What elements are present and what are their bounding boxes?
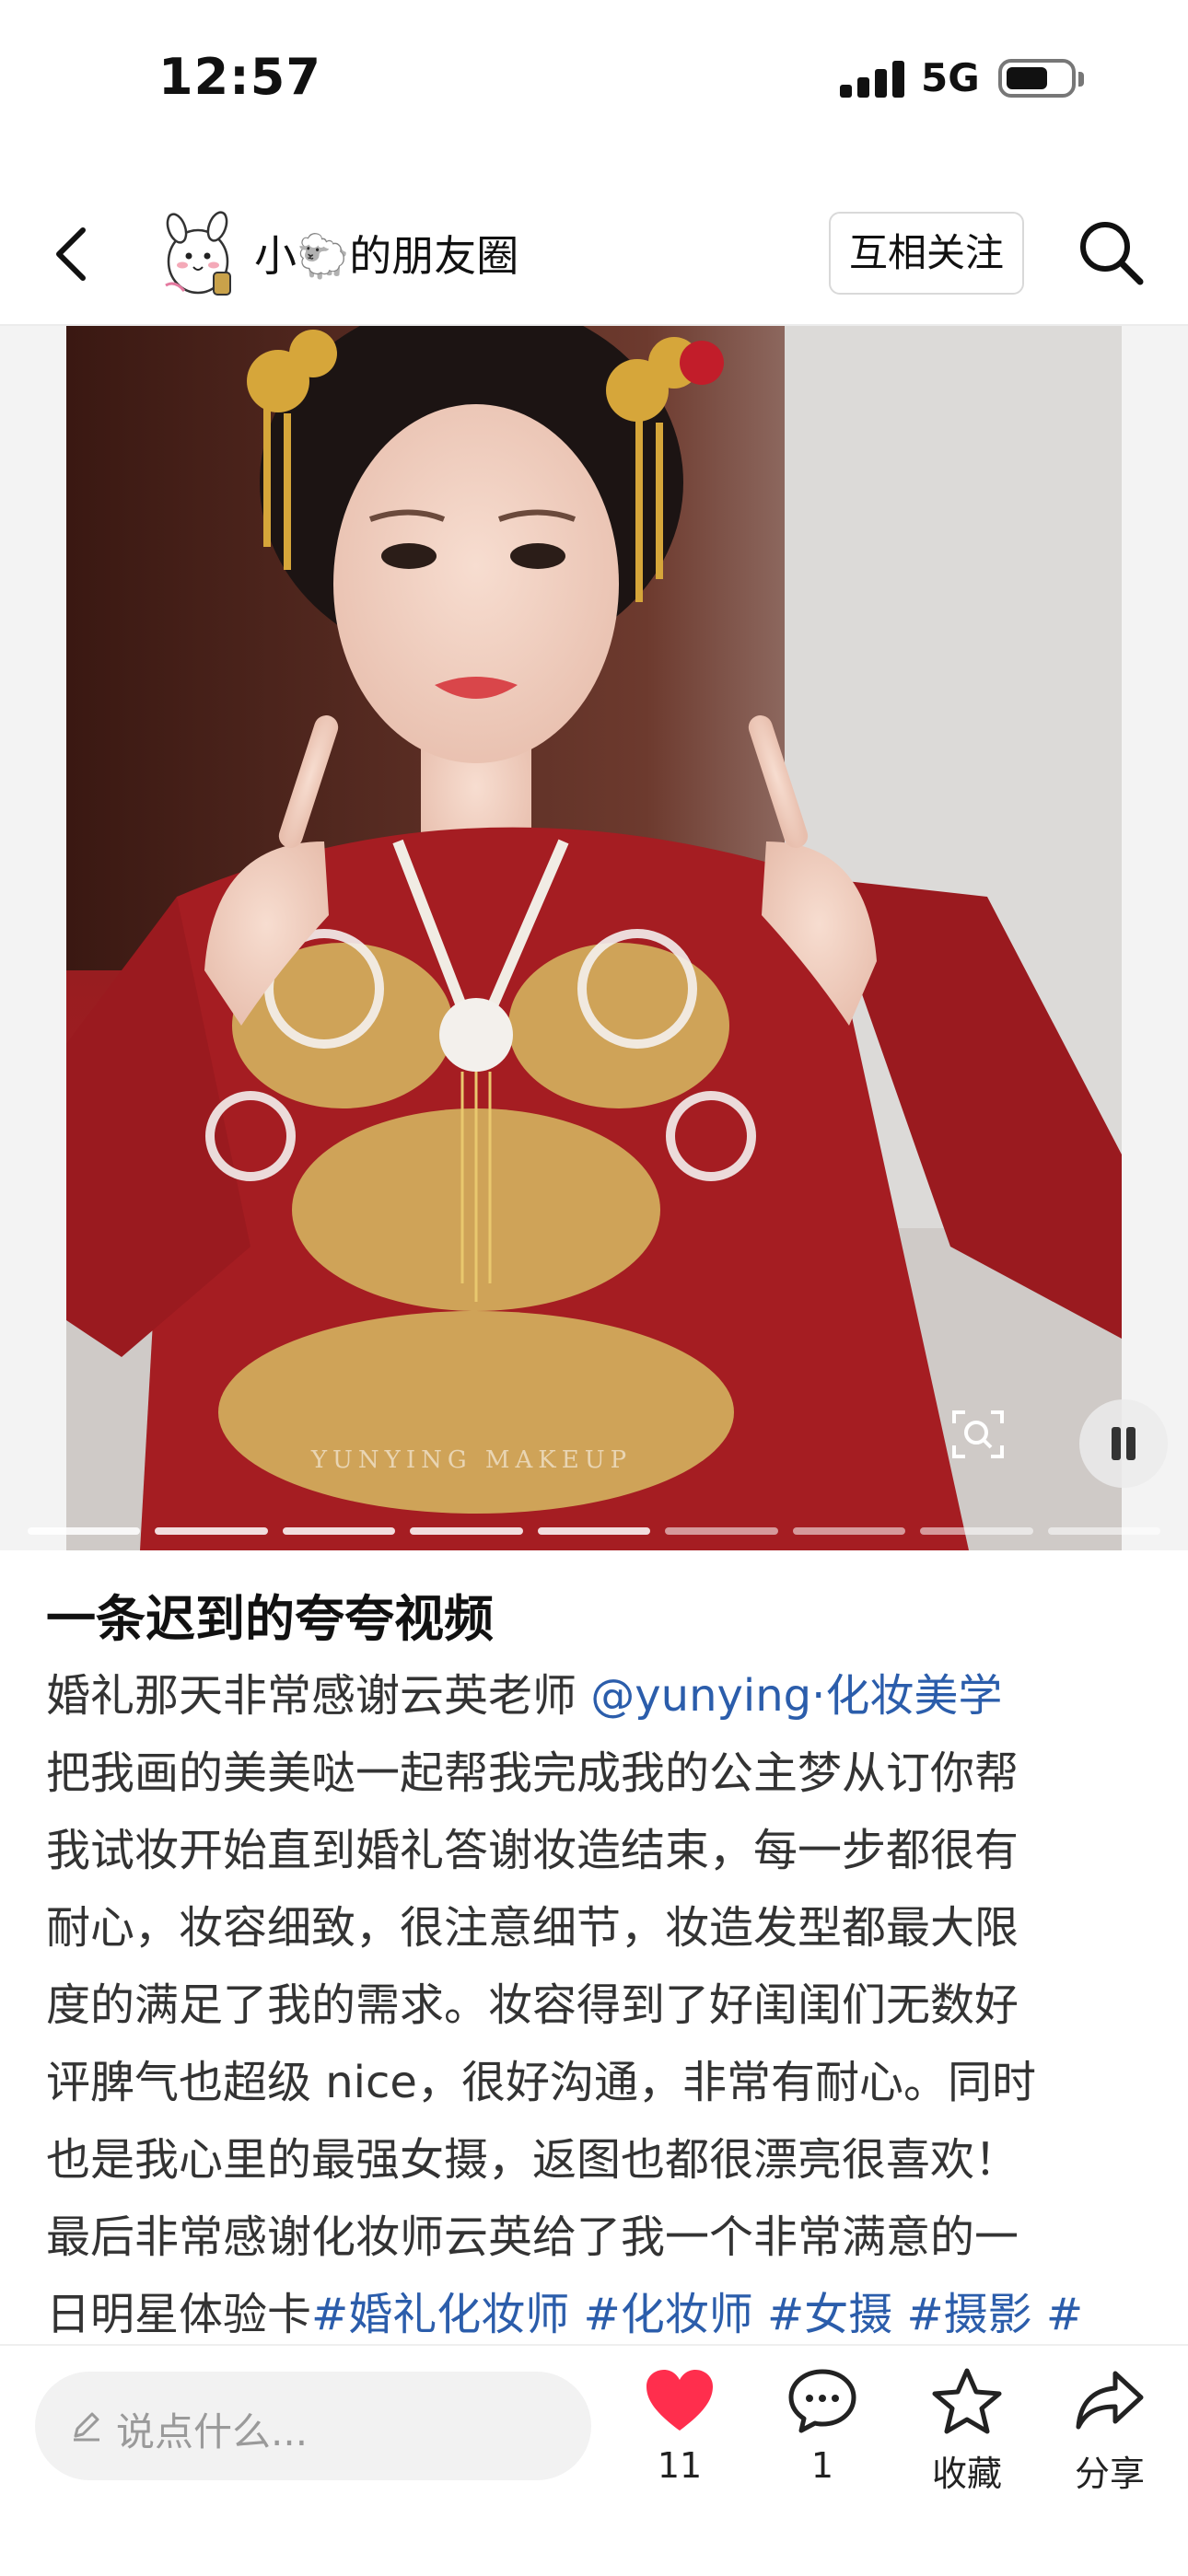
bride-photo: YUNYING MAKEUP <box>66 326 1122 1550</box>
share-button[interactable]: 分享 <box>1050 2366 1170 2496</box>
collect-label: 收藏 <box>931 2454 1002 2494</box>
avatar[interactable] <box>157 208 239 300</box>
post-line: 把我画的美美哒一起帮我完成我的公主梦从订你帮 <box>46 1747 1019 1799</box>
comment-placeholder: 说点什么... <box>116 2409 309 2454</box>
share-label: 分享 <box>1074 2454 1145 2494</box>
share-icon <box>1076 2371 1144 2430</box>
pause-button[interactable] <box>1079 1399 1168 1488</box>
post-title: 一条迟到的夸夸视频 <box>46 1590 494 1648</box>
status-time: 12:57 <box>158 48 321 106</box>
back-icon <box>56 227 86 281</box>
post-line: 度的满足了我的需求。妆容得到了好闺闺们无数好 <box>46 1979 1019 2031</box>
story-progress <box>28 1527 1160 1535</box>
post-line: 日明星体验卡#婚礼化妆师 #化妆师 #女摄 #摄影 # <box>46 2276 1151 2353</box>
svg-text:YUNYING MAKEUP: YUNYING MAKEUP <box>310 1446 632 1474</box>
like-button[interactable]: 11 <box>620 2366 740 2486</box>
progress-segment <box>1047 1527 1160 1535</box>
post-line: 我试妆开始直到婚礼答谢妆造结束，每一步都很有 <box>46 1825 1019 1876</box>
page-title: 小🐑的朋友圈 <box>254 231 519 281</box>
search-button[interactable] <box>1072 214 1151 293</box>
like-count: 11 <box>657 2445 703 2486</box>
post-line: 最后非常感谢化妆师云英给了我一个非常满意的一 <box>46 2211 1019 2263</box>
nav-bar: 小🐑的朋友圈 互相关注 <box>0 184 1188 326</box>
pen-icon <box>74 2412 99 2442</box>
progress-segment <box>792 1527 906 1535</box>
progress-segment <box>537 1527 651 1535</box>
search-icon <box>1080 222 1144 285</box>
post-line: 婚礼那天非常感谢云英老师 @yunying·化妆美学 <box>46 1657 1151 1735</box>
video-frame: YUNYING MAKEUP <box>66 326 1122 1550</box>
battery-icon <box>998 59 1076 98</box>
post-text: 婚礼那天非常感谢云英老师 <box>46 1670 591 1722</box>
progress-segment <box>28 1527 141 1535</box>
video-player[interactable]: YUNYING MAKEUP <box>0 326 1188 1550</box>
scan-icon <box>952 1410 1004 1458</box>
signal-icon <box>840 59 906 98</box>
progress-segment <box>410 1527 523 1535</box>
comment-input[interactable]: 说点什么... <box>35 2372 591 2480</box>
mention-link[interactable]: @yunying·化妆美学 <box>590 1670 1002 1722</box>
battery-cap <box>1078 72 1084 87</box>
post-text: 日明星体验卡 <box>46 2289 312 2340</box>
comment-count: 1 <box>810 2445 834 2486</box>
network-label: 5G <box>921 55 980 100</box>
progress-segment <box>282 1527 396 1535</box>
post-line: 也是我心里的最强女摄，返图也都很漂亮很喜欢！ <box>46 2134 1019 2186</box>
hashtag-links[interactable]: #婚礼化妆师 #化妆师 #女摄 #摄影 # <box>311 2289 1083 2340</box>
post-body: 婚礼那天非常感谢云英老师 @yunying·化妆美学 把我画的美美哒一起帮我完成… <box>46 1657 1151 2353</box>
comment-button[interactable]: 1 <box>763 2366 882 2486</box>
progress-segment <box>920 1527 1033 1535</box>
post-line: 耐心，妆容细致，很注意细节，妆造发型都最大限 <box>46 1902 1019 1954</box>
star-icon <box>932 2368 1002 2434</box>
post-line: 评脾气也超级 nice，很好沟通，非常有耐心。同时 <box>46 2057 1036 2108</box>
progress-segment <box>665 1527 778 1535</box>
status-bar: 12:57 5G <box>0 0 1188 157</box>
heart-icon <box>646 2370 713 2431</box>
comment-icon <box>788 2369 856 2433</box>
progress-segment <box>155 1527 268 1535</box>
scan-button[interactable] <box>949 1405 1007 1464</box>
collect-button[interactable]: 收藏 <box>907 2366 1027 2496</box>
follow-button[interactable]: 互相关注 <box>829 212 1024 295</box>
avatar-illustration <box>165 211 231 296</box>
back-button[interactable] <box>37 217 111 291</box>
bottom-action-bar: 说点什么... 11 1 收藏 分享 <box>0 2344 1188 2576</box>
